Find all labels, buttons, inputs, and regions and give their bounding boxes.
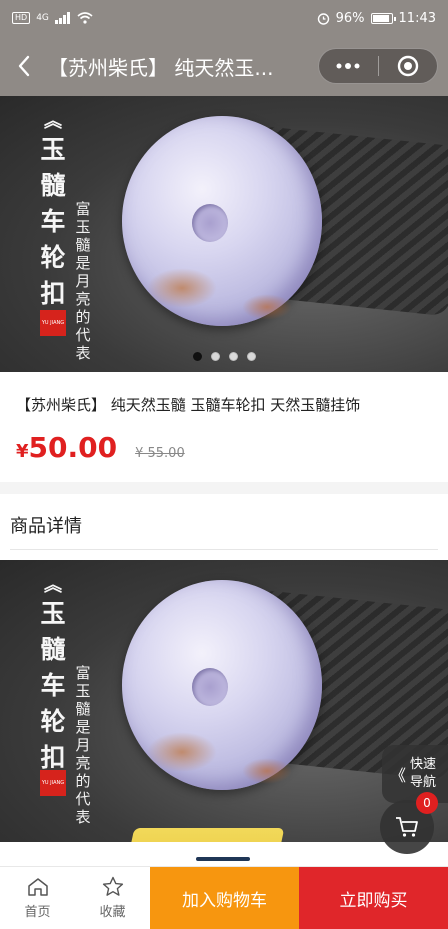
- page-title: 【苏州柴氏】 纯天然玉...: [48, 55, 274, 80]
- vertical-title-char: 车: [40, 671, 66, 700]
- battery-level-fill: [372, 14, 389, 22]
- floating-cart-button[interactable]: 0: [380, 792, 438, 854]
- product-info: 【苏州柴氏】 纯天然玉髓 玉髓车轮扣 天然玉髓挂饰 ¥50.00 ¥ 55.00: [0, 372, 448, 482]
- chevron-up-icon: ︽: [44, 111, 62, 132]
- content-continuation: [0, 842, 448, 866]
- currency-symbol: ¥: [16, 441, 29, 462]
- close-button[interactable]: [379, 49, 438, 83]
- vertical-title-char: 扣: [40, 279, 66, 308]
- carousel-dot[interactable]: [246, 352, 256, 361]
- quick-nav-button[interactable]: 《 快速导航: [382, 745, 448, 803]
- vertical-title-char: 轮: [40, 707, 66, 736]
- current-price: ¥50.00: [16, 431, 117, 464]
- original-price: ¥ 55.00: [135, 446, 185, 461]
- back-arrow-icon: [18, 55, 30, 77]
- bottom-action-bar: 首页 收藏 加入购物车 立即购买: [0, 866, 448, 929]
- jade-disc: [122, 580, 322, 790]
- wifi-icon: [77, 12, 93, 24]
- vertical-title-char: 车: [40, 207, 66, 236]
- status-bar: HD 4G 96% 11:43: [0, 0, 448, 36]
- detail-section-header: 商品详情: [0, 494, 448, 560]
- scroll-indicator: [196, 857, 250, 861]
- vertical-title-char: 髓: [40, 635, 66, 664]
- favorite-label: 收藏: [99, 905, 126, 920]
- detail-title: 商品详情: [10, 516, 82, 537]
- jade-disc: [122, 116, 322, 326]
- clock: 11:43: [398, 10, 436, 26]
- mini-program-capsule: [318, 48, 438, 84]
- cart-icon: [396, 817, 418, 837]
- vertical-title-char: 玉: [40, 135, 66, 164]
- product-image-carousel[interactable]: ︽ 玉 髓 车 轮 扣 ︾ 富玉髓是月亮的代表 YU JIANG: [0, 96, 448, 372]
- double-chevron-left-icon: 《: [390, 766, 407, 785]
- chevron-up-icon: ︽: [44, 575, 62, 596]
- vertical-title: ︽ 玉 髓 车 轮 扣 ︾: [38, 112, 68, 332]
- vertical-title-char: 髓: [40, 171, 66, 200]
- carousel-dot[interactable]: [228, 352, 238, 361]
- detail-image: ︽ 玉 髓 车 轮 扣 ︾ 富玉髓是月亮的代表 YU JIANG: [0, 560, 448, 842]
- vertical-title: ︽ 玉 髓 车 轮 扣 ︾: [38, 576, 68, 796]
- navigation-bar: 【苏州柴氏】 纯天然玉...: [0, 36, 448, 96]
- home-label: 首页: [24, 904, 51, 920]
- more-dots-icon: [336, 63, 360, 69]
- star-icon: [102, 876, 123, 896]
- vertical-subtitle: 富玉髓是月亮的代表: [75, 664, 91, 826]
- favorite-tab[interactable]: 收藏: [75, 867, 150, 929]
- cart-count-badge: 0: [416, 792, 438, 814]
- vertical-subtitle: 富玉髓是月亮的代表: [75, 200, 91, 362]
- vertical-title-char: 玉: [40, 599, 66, 628]
- buy-now-button[interactable]: 立即购买: [299, 867, 448, 929]
- carousel-dot[interactable]: [210, 352, 220, 361]
- display-stand: [121, 828, 285, 842]
- battery-icon: [370, 12, 396, 24]
- add-to-cart-button[interactable]: 加入购物车: [150, 867, 299, 929]
- detail-photo: ︽ 玉 髓 车 轮 扣 ︾ 富玉髓是月亮的代表 YU JIANG: [0, 560, 448, 842]
- network-badge: 4G: [36, 13, 49, 23]
- price-row: ¥50.00 ¥ 55.00: [16, 431, 432, 464]
- signal-icon: [54, 12, 70, 24]
- vertical-title-char: 轮: [40, 243, 66, 272]
- carousel-dot[interactable]: [192, 352, 202, 361]
- alarm-icon: [317, 12, 329, 25]
- hd-badge: HD: [12, 12, 31, 24]
- product-photo: ︽ 玉 髓 车 轮 扣 ︾ 富玉髓是月亮的代表 YU JIANG: [0, 96, 448, 372]
- brand-seal: YU JIANG: [40, 310, 66, 336]
- status-right: 96% 11:43: [317, 11, 436, 26]
- battery-percent: 96%: [335, 10, 365, 26]
- back-button[interactable]: [0, 36, 48, 96]
- price-value: 50.00: [28, 431, 118, 464]
- quick-nav-label: 快速导航: [410, 757, 437, 790]
- home-tab[interactable]: 首页: [0, 867, 75, 929]
- divider: [10, 549, 438, 550]
- close-target-icon: [397, 55, 418, 77]
- brand-seal: YU JIANG: [40, 770, 66, 796]
- status-left: HD 4G: [12, 12, 93, 24]
- home-icon: [27, 877, 48, 896]
- more-button[interactable]: [319, 49, 378, 83]
- carousel-indicators: [0, 352, 448, 361]
- product-name: 【苏州柴氏】 纯天然玉髓 玉髓车轮扣 天然玉髓挂饰: [16, 396, 361, 414]
